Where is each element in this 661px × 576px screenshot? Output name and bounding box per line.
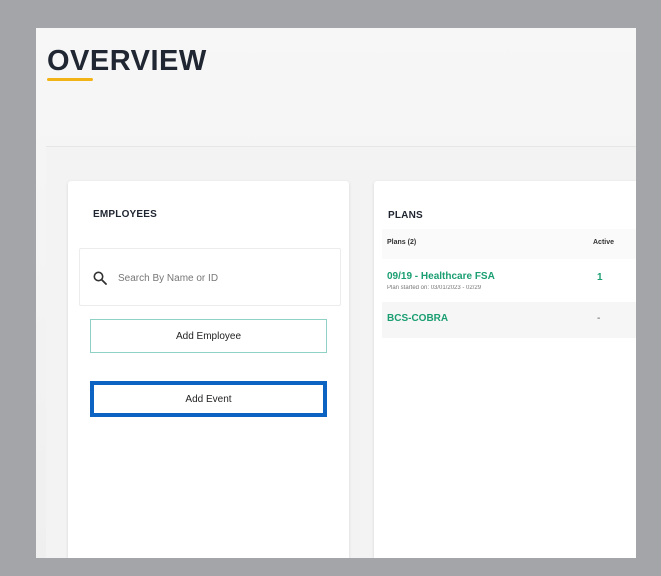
table-row[interactable]: BCS-COBRA - — [382, 302, 636, 338]
search-box[interactable] — [79, 248, 341, 306]
plan-active-count: 1 — [597, 272, 603, 283]
plans-card: PLANS Plans (2) Active 09/19 - Healthcar… — [374, 181, 636, 558]
plan-active-count: - — [597, 313, 601, 324]
app-window: OVERVIEW EMPLOYEES Add Employee Add Even… — [36, 28, 636, 558]
plans-title: PLANS — [388, 210, 423, 221]
add-employee-button[interactable]: Add Employee — [90, 319, 327, 353]
search-input[interactable] — [116, 266, 330, 290]
add-event-button[interactable]: Add Event — [90, 381, 327, 417]
title-underline — [47, 78, 93, 81]
employees-card: EMPLOYEES Add Employee Add Event — [68, 181, 349, 558]
search-icon — [93, 271, 107, 285]
page-title: OVERVIEW — [47, 45, 207, 77]
plan-name-link[interactable]: 09/19 - Healthcare FSA — [387, 271, 495, 282]
column-header-plans: Plans (2) — [387, 239, 417, 246]
plan-subtitle: Plan started on: 03/01/2023 - 02/29 — [387, 285, 482, 291]
table-row[interactable]: 09/19 - Healthcare FSA Plan started on: … — [382, 263, 636, 301]
plans-table-header: Plans (2) Active — [382, 229, 636, 259]
plan-name-link[interactable]: BCS-COBRA — [387, 313, 448, 324]
column-header-active: Active — [593, 239, 615, 246]
employees-title: EMPLOYEES — [93, 209, 158, 220]
